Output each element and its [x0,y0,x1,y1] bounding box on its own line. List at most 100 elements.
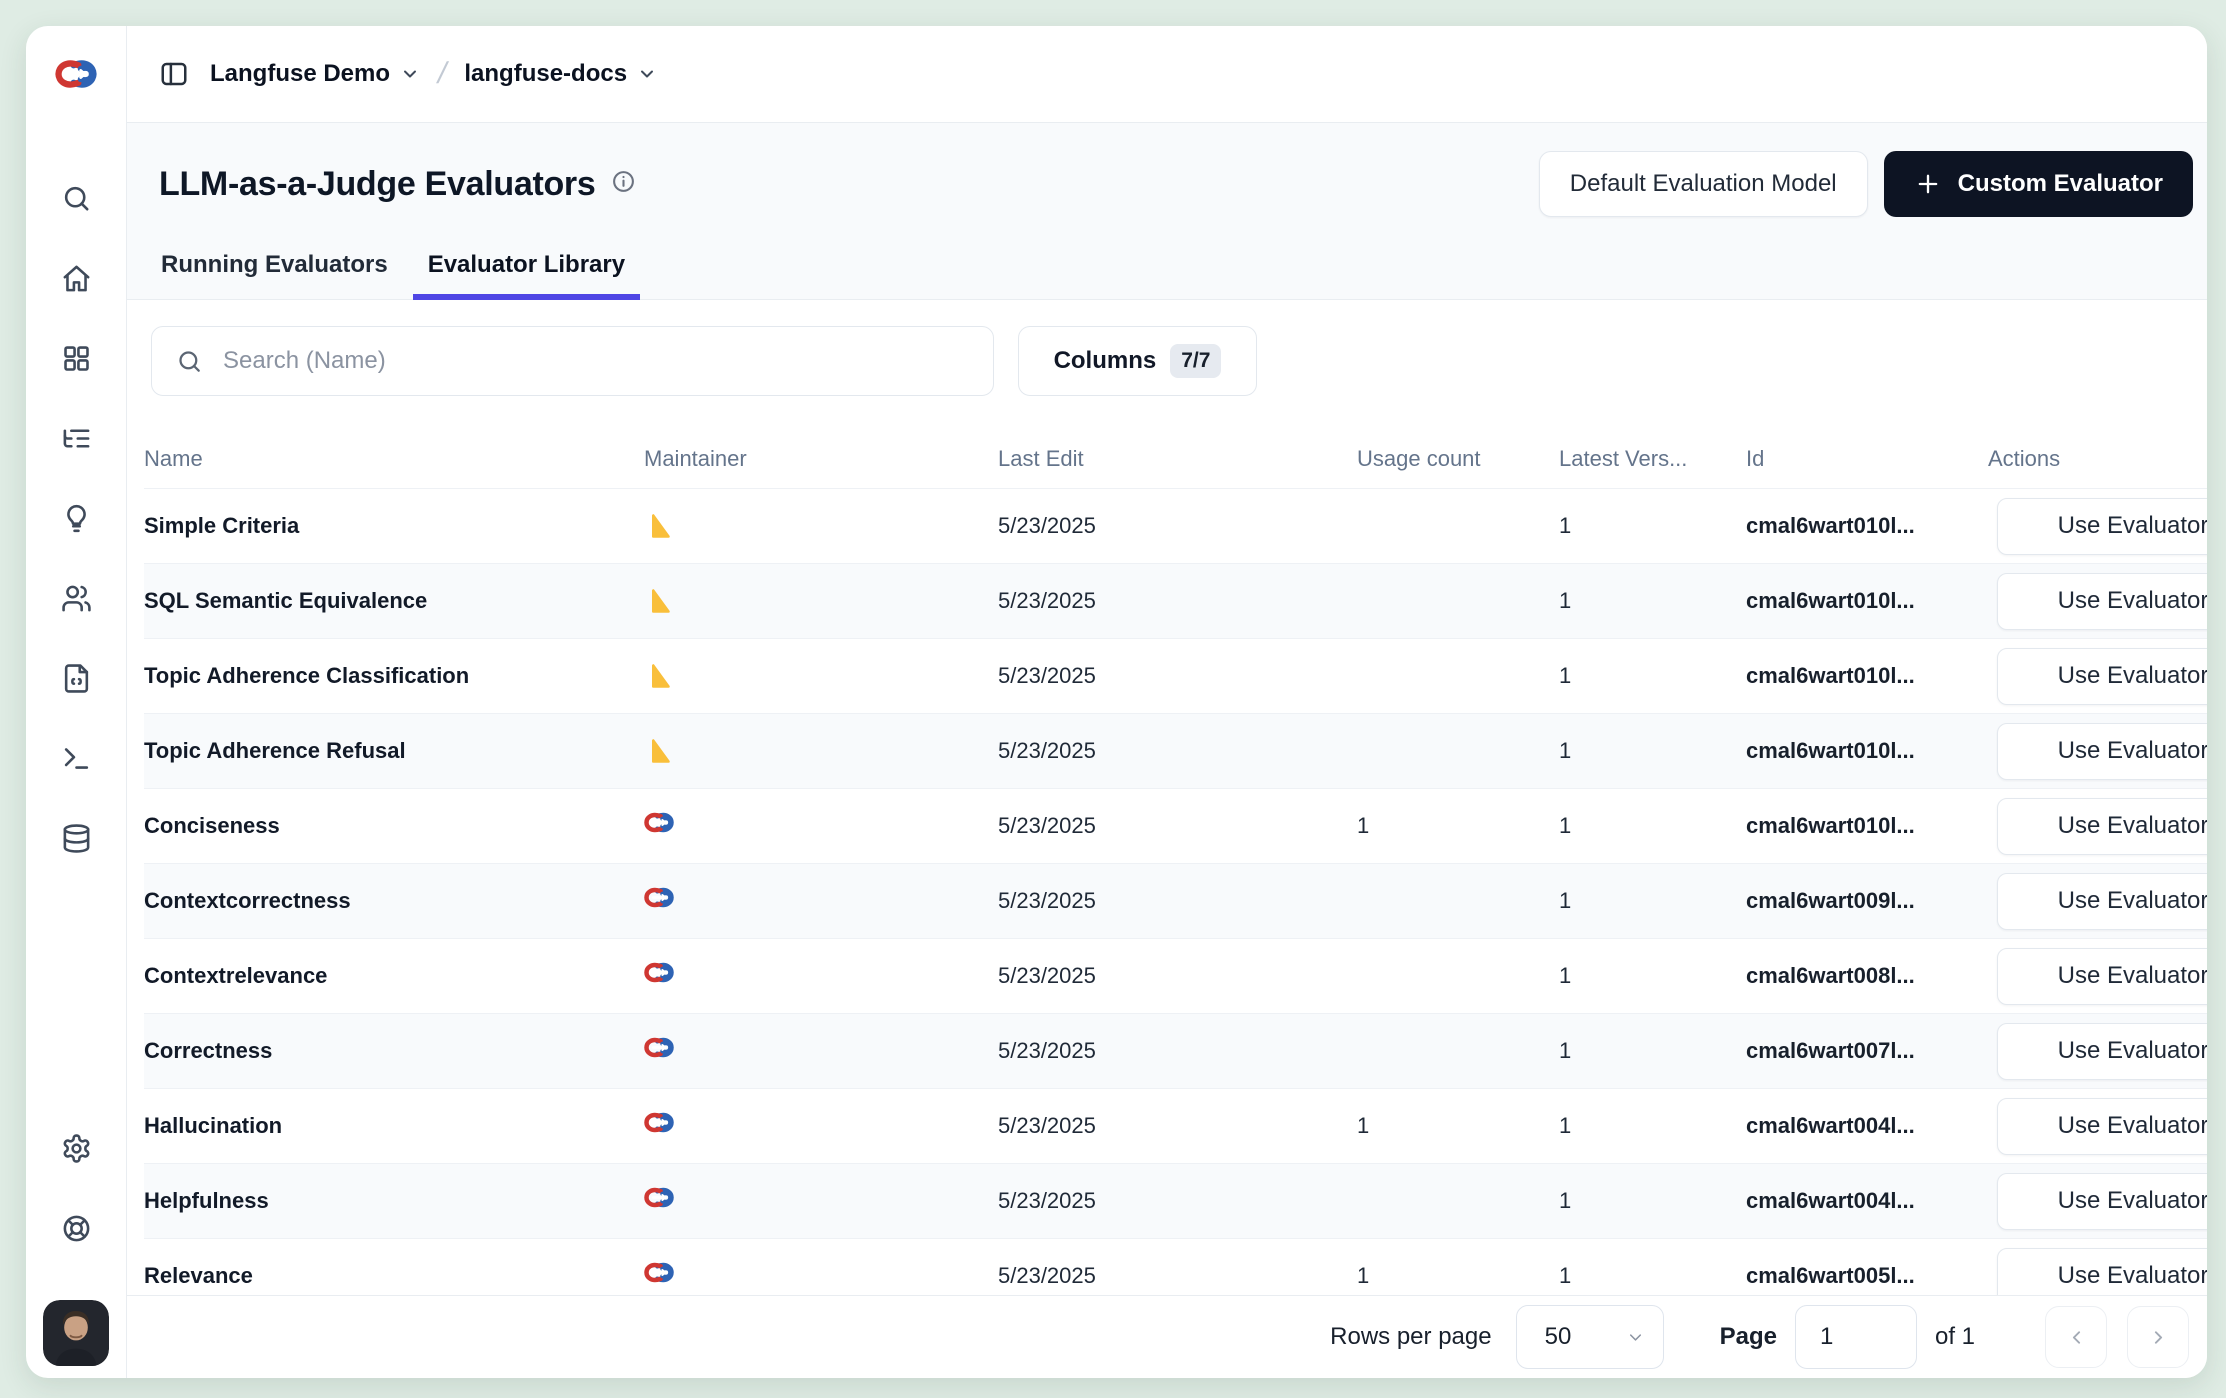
langfuse-logo-icon [644,811,674,841]
page-of-label: of 1 [1935,1323,1975,1351]
default-evaluation-model-button[interactable]: Default Evaluation Model [1539,151,1868,217]
table-row[interactable]: Relevance5/23/202511cmal6wart005l...Use … [144,1239,2207,1296]
use-evaluator-button[interactable]: Use Evaluator [1997,948,2207,1005]
use-evaluator-button[interactable]: Use Evaluator [1997,648,2207,705]
actions-cell: Use Evaluator [1988,864,2207,939]
table-row[interactable]: Contextrelevance5/23/20251cmal6wart008l.… [144,939,2207,1014]
evaluator-name: Correctness [144,1014,644,1089]
sidebar-users-icon[interactable] [60,582,92,614]
ragas-logo-icon [644,586,674,616]
sidebar-home-icon[interactable] [60,262,92,294]
sidebar-nav-top [60,182,92,854]
latest-version-cell: 1 [1547,939,1746,1014]
panel-left-toggle-icon[interactable] [159,59,190,90]
actions-cell: Use Evaluator [1988,714,2207,789]
previous-page-button[interactable] [2045,1306,2107,1368]
latest-version-cell: 1 [1547,864,1746,939]
user-avatar[interactable] [43,1300,109,1366]
usage-count-cell [1345,1014,1547,1089]
evaluator-name: Topic Adherence Refusal [144,714,644,789]
sidebar-settings-icon[interactable] [60,1132,92,1164]
id-cell: cmal6wart009l... [1746,864,1988,939]
org-breadcrumb[interactable]: Langfuse Demo [210,60,420,88]
columns-count-badge: 7/7 [1170,344,1221,378]
app-window: Langfuse Demo / langfuse-docs LLM-as-a-J… [26,26,2207,1378]
id-cell: cmal6wart004l... [1746,1164,1988,1239]
search-input[interactable] [221,346,993,376]
sidebar-search-icon[interactable] [60,182,92,214]
sidebar-support-icon[interactable] [60,1212,92,1244]
info-icon[interactable] [611,169,636,199]
use-evaluator-button[interactable]: Use Evaluator [1997,873,2207,930]
langfuse-logo-icon [644,886,674,916]
actions-cell: Use Evaluator [1988,1089,2207,1164]
langfuse-logo-icon [644,1261,674,1291]
use-evaluator-button[interactable]: Use Evaluator [1997,498,2207,555]
latest-version-cell: 1 [1547,1239,1746,1296]
org-name: Langfuse Demo [210,60,390,88]
sidebar-datasets-icon[interactable] [60,822,92,854]
maintainer-cell [644,714,998,789]
project-breadcrumb[interactable]: langfuse-docs [464,60,657,88]
table-row[interactable]: SQL Semantic Equivalence5/23/20251cmal6w… [144,564,2207,639]
last-edit-cell: 5/23/2025 [998,714,1345,789]
table-row[interactable]: Helpfulness5/23/20251cmal6wart004l...Use… [144,1164,2207,1239]
table-row[interactable]: Simple Criteria5/23/20251cmal6wart010l..… [144,489,2207,564]
langfuse-logo-icon[interactable] [55,54,97,94]
sidebar-dashboard-icon[interactable] [60,342,92,374]
table-row[interactable]: Topic Adherence Classification5/23/20251… [144,639,2207,714]
use-evaluator-button[interactable]: Use Evaluator [1997,1023,2207,1080]
columns-button[interactable]: Columns 7/7 [1018,326,1257,396]
last-edit-cell: 5/23/2025 [998,639,1345,714]
rows-per-page-select[interactable]: 50 [1516,1305,1664,1369]
id-cell: cmal6wart010l... [1746,789,1988,864]
use-evaluator-button[interactable]: Use Evaluator [1997,1173,2207,1230]
search-icon [176,348,203,375]
last-edit-cell: 5/23/2025 [998,939,1345,1014]
sidebar-tracing-icon[interactable] [60,422,92,454]
use-evaluator-button[interactable]: Use Evaluator [1997,798,2207,855]
column-header-maintainer: Maintainer [644,430,998,489]
sidebar-terminal-icon[interactable] [60,742,92,774]
usage-count-cell [1345,864,1547,939]
last-edit-cell: 5/23/2025 [998,1239,1345,1296]
custom-evaluator-button[interactable]: Custom Evaluator [1884,151,2193,217]
page-number-input[interactable] [1795,1305,1917,1369]
use-evaluator-button[interactable]: Use Evaluator [1997,723,2207,780]
maintainer-cell [644,564,998,639]
pagination-bar: Rows per page 50 Page of 1 [127,1295,2207,1378]
maintainer-cell [644,939,998,1014]
last-edit-cell: 5/23/2025 [998,489,1345,564]
langfuse-logo-icon [644,1111,674,1141]
id-cell: cmal6wart004l... [1746,1089,1988,1164]
use-evaluator-button[interactable]: Use Evaluator [1997,1248,2207,1296]
table-row[interactable]: Contextcorrectness5/23/20251cmal6wart009… [144,864,2207,939]
id-cell: cmal6wart010l... [1746,639,1988,714]
tab-evaluator-library[interactable]: Evaluator Library [426,251,627,299]
column-header-usage-count: Usage count [1345,430,1547,489]
table-header-row: NameMaintainerLast EditUsage countLatest… [144,430,2207,489]
last-edit-cell: 5/23/2025 [998,564,1345,639]
usage-count-cell: 1 [1345,1089,1547,1164]
next-page-button[interactable] [2127,1306,2189,1368]
sidebar-prompts-icon[interactable] [60,502,92,534]
sidebar-code-file-icon[interactable] [60,662,92,694]
use-evaluator-button[interactable]: Use Evaluator [1997,1098,2207,1155]
usage-count-cell [1345,489,1547,564]
table-row[interactable]: Conciseness5/23/202511cmal6wart010l...Us… [144,789,2207,864]
id-cell: cmal6wart005l... [1746,1239,1988,1296]
ragas-logo-icon [644,661,674,691]
latest-version-cell: 1 [1547,1164,1746,1239]
tab-running-evaluators[interactable]: Running Evaluators [159,251,390,299]
table-row[interactable]: Correctness5/23/20251cmal6wart007l...Use… [144,1014,2207,1089]
maintainer-cell [644,1164,998,1239]
table-row[interactable]: Topic Adherence Refusal5/23/20251cmal6wa… [144,714,2207,789]
last-edit-cell: 5/23/2025 [998,789,1345,864]
use-evaluator-button[interactable]: Use Evaluator [1997,573,2207,630]
page-title: LLM-as-a-Judge Evaluators [159,165,595,204]
column-header-id: Id [1746,430,1988,489]
latest-version-cell: 1 [1547,1014,1746,1089]
last-edit-cell: 5/23/2025 [998,1089,1345,1164]
langfuse-logo-icon [644,1186,674,1216]
table-row[interactable]: Hallucination5/23/202511cmal6wart004l...… [144,1089,2207,1164]
